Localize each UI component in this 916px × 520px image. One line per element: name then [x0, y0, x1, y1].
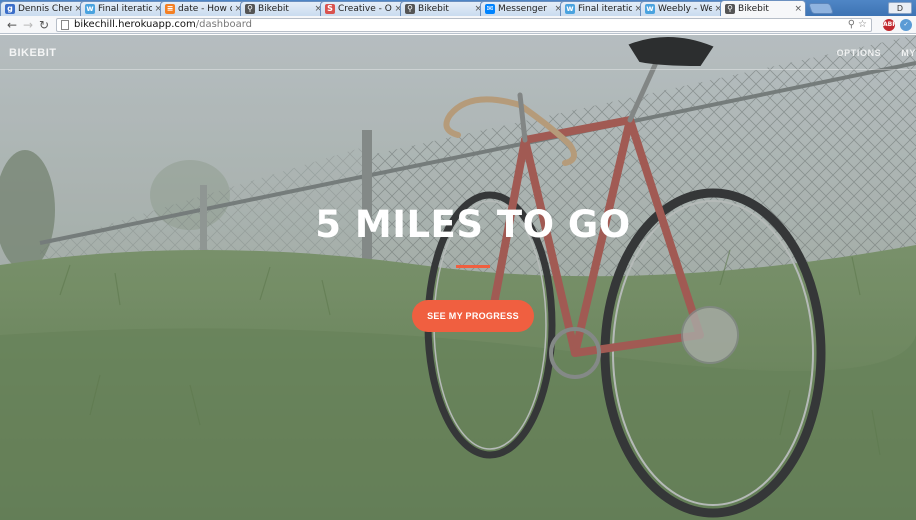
browser-tab[interactable]: ⚲ Bikebit × — [720, 0, 806, 16]
bookmark-star-icon[interactable]: ☆ — [858, 19, 867, 30]
hero-section: 5 MILES TO GO SEE MY PROGRESS — [0, 203, 916, 332]
browser-tab[interactable]: ✉ Messenger × — [480, 1, 566, 16]
site-navbar: BIKEBIT OPTIONS MY — [0, 35, 916, 70]
address-bar[interactable]: bikechill.herokuapp.com /dashboard ⚲ ☆ — [56, 17, 872, 32]
weebly-icon: w — [645, 4, 655, 14]
bike-icon: ⚲ — [405, 4, 415, 14]
accent-divider — [456, 265, 490, 268]
url-path: /dashboard — [195, 19, 253, 30]
stackoverflow-icon: ≡ — [165, 4, 175, 14]
dashboard-page: BIKEBIT OPTIONS MY 5 MILES TO GO SEE MY … — [0, 35, 916, 520]
browser-tab[interactable]: S Creative - On × — [320, 1, 406, 16]
site-brand[interactable]: BIKEBIT — [9, 47, 57, 59]
page-icon — [61, 19, 69, 30]
nav-options-link[interactable]: OPTIONS — [837, 48, 882, 58]
miles-remaining-heading: 5 MILES TO GO — [315, 203, 631, 246]
window-user-button[interactable]: D — [888, 2, 912, 14]
browser-tab[interactable]: wWeebly - Web× — [640, 1, 726, 16]
browser-tab[interactable]: wFinal iteration× — [80, 1, 166, 16]
browser-tab-title: Creative - On — [338, 4, 393, 14]
adblock-extension-icon[interactable]: ABP — [883, 18, 897, 31]
messenger-icon: ✉ — [485, 4, 495, 14]
browser-tab[interactable]: wFinal iteration× — [560, 1, 646, 16]
browser-tab[interactable]: ⚲ Bikebit × — [240, 1, 326, 16]
bike-icon: ⚲ — [725, 3, 735, 14]
browser-tab-title: Final iteration — [578, 4, 633, 14]
browser-tab[interactable]: ≡ date - How d × — [160, 1, 246, 16]
extension-icon[interactable]: ✓ — [900, 18, 912, 31]
zoom-icon[interactable]: ⚲ — [848, 19, 855, 30]
see-my-progress-button[interactable]: SEE MY PROGRESS — [412, 300, 534, 332]
browser-tab-title: Bikebit — [258, 4, 289, 14]
s-icon: S — [325, 4, 335, 14]
browser-tab[interactable]: g Dennis Chen × — [0, 1, 86, 16]
browser-tab-title: Weebly - Web — [658, 4, 713, 14]
close-tab-icon[interactable]: × — [794, 4, 802, 14]
nav-my-link[interactable]: MY — [901, 48, 916, 58]
browser-tab-title: Dennis Chen — [18, 4, 73, 14]
bike-icon: ⚲ — [245, 4, 255, 14]
forward-button[interactable]: → — [20, 17, 36, 33]
url-host: bikechill.herokuapp.com — [74, 19, 196, 30]
weebly-icon: w — [85, 4, 95, 14]
reload-button[interactable]: ↻ — [36, 17, 52, 33]
back-button[interactable]: ← — [4, 17, 20, 33]
browser-tab-title: Messenger — [498, 4, 547, 14]
browser-tab-title: Bikebit — [418, 4, 449, 14]
browser-toolbar: ← → ↻ bikechill.herokuapp.com /dashboard… — [0, 16, 916, 34]
browser-tab-title: Final iteration — [98, 4, 153, 14]
weebly-icon: w — [565, 4, 575, 14]
browser-tab-strip: gDennis Chen×wFinal iteration×≡date - Ho… — [0, 0, 916, 16]
browser-tab-title: Bikebit — [738, 3, 769, 14]
browser-tab[interactable]: ⚲ Bikebit × — [400, 1, 486, 16]
new-tab-button[interactable] — [807, 3, 835, 14]
browser-tab-title: date - How d — [178, 4, 233, 14]
google-plus-icon: g — [5, 4, 15, 14]
site-nav-links: OPTIONS MY — [817, 48, 916, 58]
